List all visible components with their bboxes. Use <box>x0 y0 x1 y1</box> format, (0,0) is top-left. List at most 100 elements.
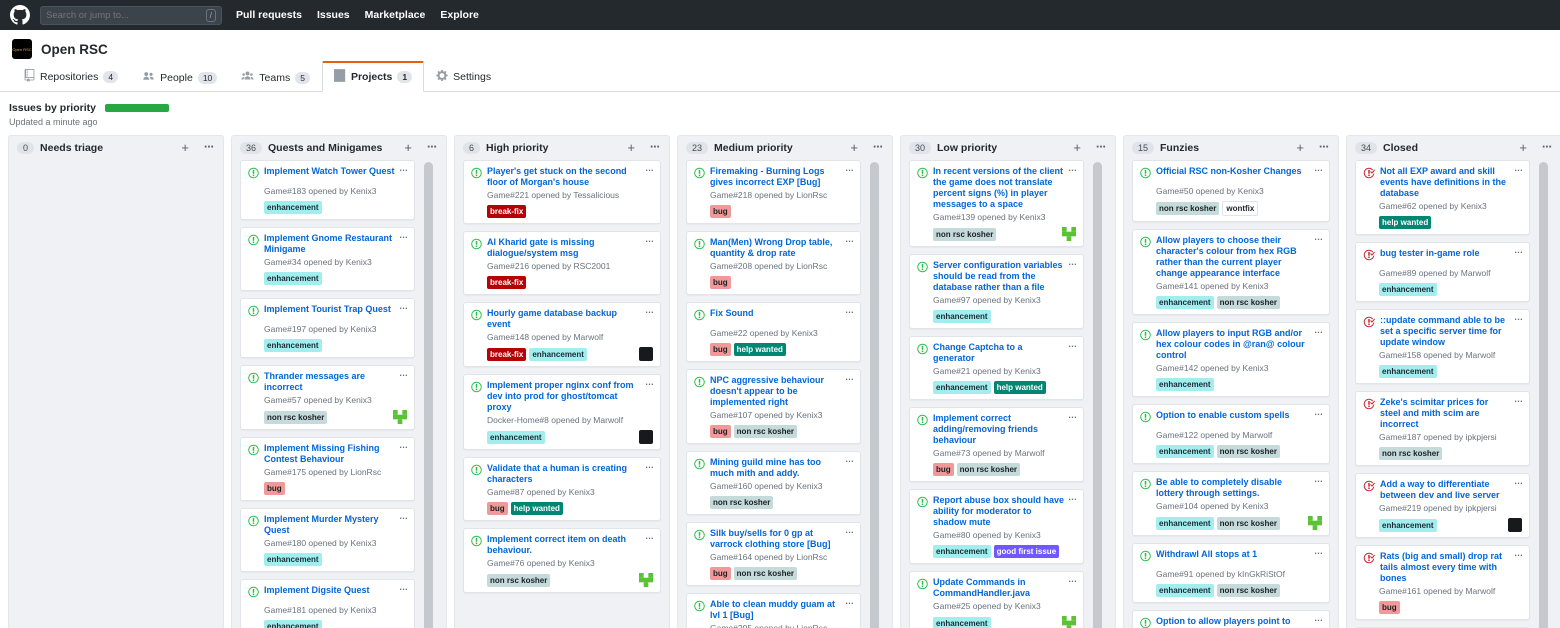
issue-card[interactable]: bug tester in-game role…Game#89 opened b… <box>1355 242 1530 302</box>
issue-card[interactable]: Zeke's scimitar prices for steel and mit… <box>1355 391 1530 466</box>
issue-title[interactable]: Player's get stuck on the second floor o… <box>487 166 653 188</box>
card-menu-button[interactable]: … <box>1314 163 1323 173</box>
issue-title[interactable]: In recent versions of the client the gam… <box>933 166 1076 210</box>
add-card-button[interactable]: + <box>627 143 635 153</box>
column-scrollbar[interactable] <box>870 162 879 628</box>
issue-card[interactable]: Hourly game database backup event…Game#1… <box>463 302 661 367</box>
issue-title[interactable]: Allow players to input RGB and/or hex co… <box>1156 328 1322 361</box>
issue-card[interactable]: Implement Tourist Trap Quest…Game#197 op… <box>240 298 415 358</box>
issue-card[interactable]: ::update command able to be set a specif… <box>1355 309 1530 384</box>
issue-title[interactable]: Update Commands in CommandHandler.java <box>933 577 1076 599</box>
issue-card[interactable]: Not all EXP award and skill events have … <box>1355 160 1530 235</box>
card-menu-button[interactable]: … <box>399 163 408 173</box>
card-menu-button[interactable]: … <box>645 460 654 470</box>
issue-card[interactable]: Implement correct item on death behaviou… <box>463 528 661 593</box>
issue-card[interactable]: Mining guild mine has too much mith and … <box>686 451 861 515</box>
issue-card[interactable]: Allow players to choose their character'… <box>1132 229 1330 315</box>
tab-repositories[interactable]: Repositories4 <box>12 62 130 92</box>
nav-link-issues[interactable]: Issues <box>317 9 350 21</box>
issue-card[interactable]: Rats (big and small) drop rat tails almo… <box>1355 545 1530 620</box>
issue-title[interactable]: Firemaking - Burning Logs gives incorrec… <box>710 166 853 188</box>
card-menu-button[interactable]: … <box>1514 476 1523 486</box>
issue-title[interactable]: Option to enable custom spells <box>1156 410 1301 421</box>
issue-card[interactable]: Update Commands in CommandHandler.java…G… <box>909 571 1084 628</box>
issue-title[interactable]: Implement Murder Mystery Quest <box>264 514 407 536</box>
issue-title[interactable]: Hourly game database backup event <box>487 308 653 330</box>
card-menu-button[interactable]: … <box>845 596 854 606</box>
column-menu-button[interactable]: ⋯ <box>650 145 661 151</box>
issue-card[interactable]: Able to clean muddy guam at lvl 1 [Bug]…… <box>686 593 861 628</box>
issue-title[interactable]: NPC aggressive behaviour doesn't appear … <box>710 375 853 408</box>
issue-title[interactable]: Thrander messages are incorrect <box>264 371 407 393</box>
card-menu-button[interactable]: … <box>399 582 408 592</box>
add-card-button[interactable]: + <box>1519 143 1527 153</box>
tab-settings[interactable]: Settings <box>424 62 503 92</box>
card-menu-button[interactable]: … <box>645 377 654 387</box>
card-menu-button[interactable]: … <box>1314 407 1323 417</box>
card-menu-button[interactable]: … <box>1068 339 1077 349</box>
issue-card[interactable]: Player's get stuck on the second floor o… <box>463 160 661 224</box>
issue-title[interactable]: Silk buy/sells for 0 gp at varrock cloth… <box>710 528 853 550</box>
column-menu-button[interactable]: ⋯ <box>1319 145 1330 151</box>
tab-people[interactable]: People10 <box>130 63 229 92</box>
issue-card[interactable]: Option to allow players point to point t… <box>1132 610 1330 628</box>
issue-title[interactable]: ::update command able to be set a specif… <box>1380 315 1522 348</box>
issue-card[interactable]: Implement Missing Fishing Contest Behavi… <box>240 437 415 501</box>
issue-card[interactable]: Allow players to input RGB and/or hex co… <box>1132 322 1330 397</box>
add-card-button[interactable]: + <box>1073 143 1081 153</box>
github-logo-icon[interactable] <box>10 5 30 25</box>
issue-title[interactable]: Be able to completely disable lottery th… <box>1156 477 1322 499</box>
issue-card[interactable]: Firemaking - Burning Logs gives incorrec… <box>686 160 861 224</box>
issue-title[interactable]: Implement Gnome Restaurant Minigame <box>264 233 407 255</box>
issue-card[interactable]: Thrander messages are incorrect…Game#57 … <box>240 365 415 430</box>
issue-title[interactable]: Add a way to differentiate between dev a… <box>1380 479 1522 501</box>
issue-card[interactable]: Official RSC non-Kosher Changes…Game#50 … <box>1132 160 1330 222</box>
issue-title[interactable]: Al Kharid gate is missing dialogue/syste… <box>487 237 653 259</box>
issue-card[interactable]: Fix Sound…Game#22 opened by Kenix3bughel… <box>686 302 861 362</box>
card-menu-button[interactable]: … <box>645 234 654 244</box>
issue-card[interactable]: Report abuse box should have ability for… <box>909 489 1084 564</box>
issue-card[interactable]: Validate that a human is creating charac… <box>463 457 661 521</box>
issue-card[interactable]: Al Kharid gate is missing dialogue/syste… <box>463 231 661 295</box>
issue-title[interactable]: Zeke's scimitar prices for steel and mit… <box>1380 397 1522 430</box>
card-menu-button[interactable]: … <box>399 230 408 240</box>
card-menu-button[interactable]: … <box>1068 163 1077 173</box>
issue-title[interactable]: Validate that a human is creating charac… <box>487 463 653 485</box>
issue-card[interactable]: Man(Men) Wrong Drop table, quantity & dr… <box>686 231 861 295</box>
add-card-button[interactable]: + <box>850 143 858 153</box>
issue-title[interactable]: Fix Sound <box>710 308 765 319</box>
issue-card[interactable]: Add a way to differentiate between dev a… <box>1355 473 1530 538</box>
issue-card[interactable]: Implement proper nginx conf from dev int… <box>463 374 661 450</box>
issue-title[interactable]: Change Captcha to a generator <box>933 342 1076 364</box>
add-card-button[interactable]: + <box>1296 143 1304 153</box>
card-menu-button[interactable]: … <box>845 454 854 464</box>
column-scrollbar[interactable] <box>424 162 433 628</box>
issue-card[interactable]: Implement Digsite Quest…Game#181 opened … <box>240 579 415 628</box>
nav-link-marketplace[interactable]: Marketplace <box>365 9 426 21</box>
issue-card[interactable]: Implement correct adding/removing friend… <box>909 407 1084 482</box>
issue-title[interactable]: Withdrawl All stops at 1 <box>1156 549 1268 560</box>
issue-title[interactable]: Server configuration variables should be… <box>933 260 1076 293</box>
card-menu-button[interactable]: … <box>1314 613 1323 623</box>
card-menu-button[interactable]: … <box>1514 394 1523 404</box>
card-menu-button[interactable]: … <box>645 531 654 541</box>
card-menu-button[interactable]: … <box>399 368 408 378</box>
issue-card[interactable]: Option to enable custom spells…Game#122 … <box>1132 404 1330 464</box>
issue-card[interactable]: Withdrawl All stops at 1…Game#91 opened … <box>1132 543 1330 603</box>
card-menu-button[interactable]: … <box>1314 232 1323 242</box>
issue-title[interactable]: Option to allow players point to point t… <box>1156 616 1322 628</box>
card-menu-button[interactable]: … <box>1068 492 1077 502</box>
issue-title[interactable]: Implement correct adding/removing friend… <box>933 413 1076 446</box>
card-menu-button[interactable]: … <box>845 163 854 173</box>
card-menu-button[interactable]: … <box>1068 574 1077 584</box>
card-menu-button[interactable]: … <box>1314 325 1323 335</box>
nav-link-explore[interactable]: Explore <box>440 9 479 21</box>
issue-title[interactable]: Implement Digsite Quest <box>264 585 381 596</box>
column-scrollbar[interactable] <box>1093 162 1102 628</box>
card-menu-button[interactable]: … <box>1514 312 1523 322</box>
card-menu-button[interactable]: … <box>645 305 654 315</box>
card-menu-button[interactable]: … <box>1514 548 1523 558</box>
nav-link-pull-requests[interactable]: Pull requests <box>236 9 302 21</box>
issue-title[interactable]: Official RSC non-Kosher Changes <box>1156 166 1313 177</box>
issue-card[interactable]: Implement Gnome Restaurant Minigame…Game… <box>240 227 415 291</box>
